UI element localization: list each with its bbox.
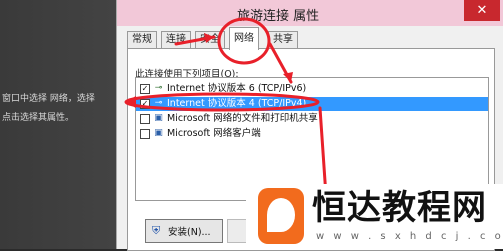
component-listbox[interactable]: ✓ ⊸ Internet 协议版本 6 (TCP/IPv6) ✓ ⊸ Inter…: [135, 77, 489, 201]
checkbox-client[interactable]: [140, 129, 150, 139]
close-button[interactable]: ✕: [464, 0, 500, 21]
title-bar: 旅游连接 属性 ✕: [117, 0, 503, 26]
network-protocol-icon: ⊸: [154, 98, 163, 108]
network-client-icon: ▣: [154, 128, 163, 138]
checkbox-ipv4[interactable]: ✓: [140, 99, 150, 109]
network-protocol-icon: ⊸: [154, 83, 163, 93]
site-logo-icon: [258, 188, 304, 244]
dialog-title: 旅游连接 属性: [237, 9, 320, 24]
tab-general[interactable]: 常规: [127, 31, 157, 48]
install-button-label: 安装(N)...: [168, 227, 211, 238]
tab-connection[interactable]: 连接: [161, 31, 191, 48]
list-item-label: Microsoft 网络的文件和打印机共享: [167, 113, 318, 124]
list-item-label: Microsoft 网络客户端: [167, 128, 261, 139]
list-item-client[interactable]: ▣ Microsoft 网络客户端: [136, 127, 488, 141]
checkbox-file-sharing[interactable]: [140, 114, 150, 124]
watermark-banner: 恒达教程网 w w w . s x h d c j . c o m: [246, 184, 503, 249]
list-item-label: Internet 协议版本 4 (TCP/IPv4): [167, 98, 307, 109]
tab-sharing[interactable]: 共享: [268, 31, 298, 48]
checkbox-ipv6[interactable]: ✓: [140, 84, 150, 94]
watermark-url: w w w . s x h d c j . c o m: [316, 231, 503, 242]
list-item-label: Internet 协议版本 6 (TCP/IPv6): [167, 83, 307, 94]
watermark-title: 恒达教程网: [312, 188, 487, 228]
list-item-file-sharing[interactable]: ▣ Microsoft 网络的文件和打印机共享: [136, 112, 488, 126]
list-item-ipv4[interactable]: ✓ ⊸ Internet 协议版本 4 (TCP/IPv4): [136, 97, 488, 111]
list-item-ipv6[interactable]: ✓ ⊸ Internet 协议版本 6 (TCP/IPv6): [136, 82, 488, 96]
uac-shield-icon: ⛨: [152, 224, 161, 237]
install-button[interactable]: ⛨ 安装(N)...: [145, 219, 223, 243]
tab-security[interactable]: 安全: [195, 31, 225, 48]
network-share-icon: ▣: [154, 113, 163, 123]
background-text-line-2: 点击选择其属性。: [2, 113, 75, 123]
tab-network[interactable]: 网络: [229, 27, 259, 50]
background-text-line-1: 窗口中选择 网络，选择: [2, 94, 95, 104]
